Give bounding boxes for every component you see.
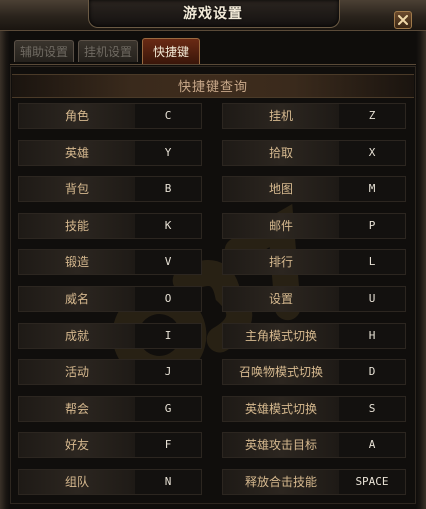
shortcut-row: 英雄 Y (18, 140, 202, 166)
close-icon (398, 15, 408, 25)
shortcut-key-value: I (135, 324, 201, 348)
tab-bar: 辅助设置 挂机设置 快捷键 (10, 38, 416, 65)
tab-assist-settings[interactable]: 辅助设置 (14, 40, 74, 62)
shortcut-key-value: G (135, 397, 201, 421)
shortcut-action-label: 英雄 (19, 141, 135, 165)
shortcut-key-value: F (135, 433, 201, 457)
shortcut-action-label: 威名 (19, 287, 135, 311)
shortcut-row: 地图 M (222, 176, 406, 202)
shortcut-action-label: 拾取 (223, 141, 339, 165)
shortcut-action-label: 释放合击技能 (223, 470, 339, 494)
tab-shortcuts[interactable]: 快捷键 (142, 38, 200, 64)
shortcut-key-value: B (135, 177, 201, 201)
shortcut-row: 排行 L (222, 249, 406, 275)
shortcut-key-value: N (135, 470, 201, 494)
shortcut-action-label: 主角模式切换 (223, 324, 339, 348)
shortcut-row: 英雄模式切换 S (222, 396, 406, 422)
shortcut-row: 英雄攻击目标 A (222, 432, 406, 458)
shortcut-action-label: 英雄模式切换 (223, 397, 339, 421)
shortcut-row: 挂机 Z (222, 103, 406, 129)
shortcut-row: 帮会 G (18, 396, 202, 422)
shortcut-row: 技能 K (18, 213, 202, 239)
shortcut-action-label: 排行 (223, 250, 339, 274)
shortcut-row: 召唤物模式切换 D (222, 359, 406, 385)
shortcut-action-label: 邮件 (223, 214, 339, 238)
game-settings-window: 游戏设置 辅助设置 挂机设置 快捷键 快捷键查询 角色 C 挂机 Z 英雄 Y 拾取 X 背包 B… (0, 0, 426, 509)
close-button[interactable] (394, 11, 412, 29)
shortcut-key-value: D (339, 360, 405, 384)
shortcut-action-label: 设置 (223, 287, 339, 311)
shortcut-action-label: 好友 (19, 433, 135, 457)
shortcut-key-value: O (135, 287, 201, 311)
shortcut-row: 背包 B (18, 176, 202, 202)
shortcut-key-value: L (339, 250, 405, 274)
shortcut-action-label: 英雄攻击目标 (223, 433, 339, 457)
shortcut-action-label: 召唤物模式切换 (223, 360, 339, 384)
shortcut-action-label: 背包 (19, 177, 135, 201)
shortcut-key-value: X (339, 141, 405, 165)
shortcut-row: 释放合击技能 SPACE (222, 469, 406, 495)
shortcut-key-value: V (135, 250, 201, 274)
window-title: 游戏设置 (183, 6, 243, 22)
shortcut-action-label: 帮会 (19, 397, 135, 421)
shortcut-row: 邮件 P (222, 213, 406, 239)
shortcut-row: 角色 C (18, 103, 202, 129)
shortcut-action-label: 挂机 (223, 104, 339, 128)
shortcut-row: 组队 N (18, 469, 202, 495)
shortcut-row: 成就 I (18, 323, 202, 349)
section-title: 快捷键查询 (177, 80, 248, 95)
shortcut-key-value: SPACE (339, 470, 405, 494)
shortcut-key-value: M (339, 177, 405, 201)
shortcut-row: 锻造 V (18, 249, 202, 275)
shortcut-key-value: P (339, 214, 405, 238)
shortcut-action-label: 成就 (19, 324, 135, 348)
shortcut-action-label: 地图 (223, 177, 339, 201)
shortcut-key-value: U (339, 287, 405, 311)
shortcut-key-value: H (339, 324, 405, 348)
shortcut-key-value: Y (135, 141, 201, 165)
shortcut-key-value: Z (339, 104, 405, 128)
shortcut-action-label: 锻造 (19, 250, 135, 274)
shortcut-row: 活动 J (18, 359, 202, 385)
shortcut-action-label: 角色 (19, 104, 135, 128)
shortcut-row: 威名 O (18, 286, 202, 312)
shortcut-action-label: 技能 (19, 214, 135, 238)
shortcut-key-value: J (135, 360, 201, 384)
shortcut-row: 主角模式切换 H (222, 323, 406, 349)
tab-auto-play-settings[interactable]: 挂机设置 (78, 40, 138, 62)
shortcut-key-value: A (339, 433, 405, 457)
shortcut-action-label: 活动 (19, 360, 135, 384)
shortcut-key-value: K (135, 214, 201, 238)
shortcut-key-value: S (339, 397, 405, 421)
shortcut-row: 拾取 X (222, 140, 406, 166)
shortcut-row: 设置 U (222, 286, 406, 312)
shortcut-action-label: 组队 (19, 470, 135, 494)
shortcut-row: 好友 F (18, 432, 202, 458)
shortcut-key-value: C (135, 104, 201, 128)
